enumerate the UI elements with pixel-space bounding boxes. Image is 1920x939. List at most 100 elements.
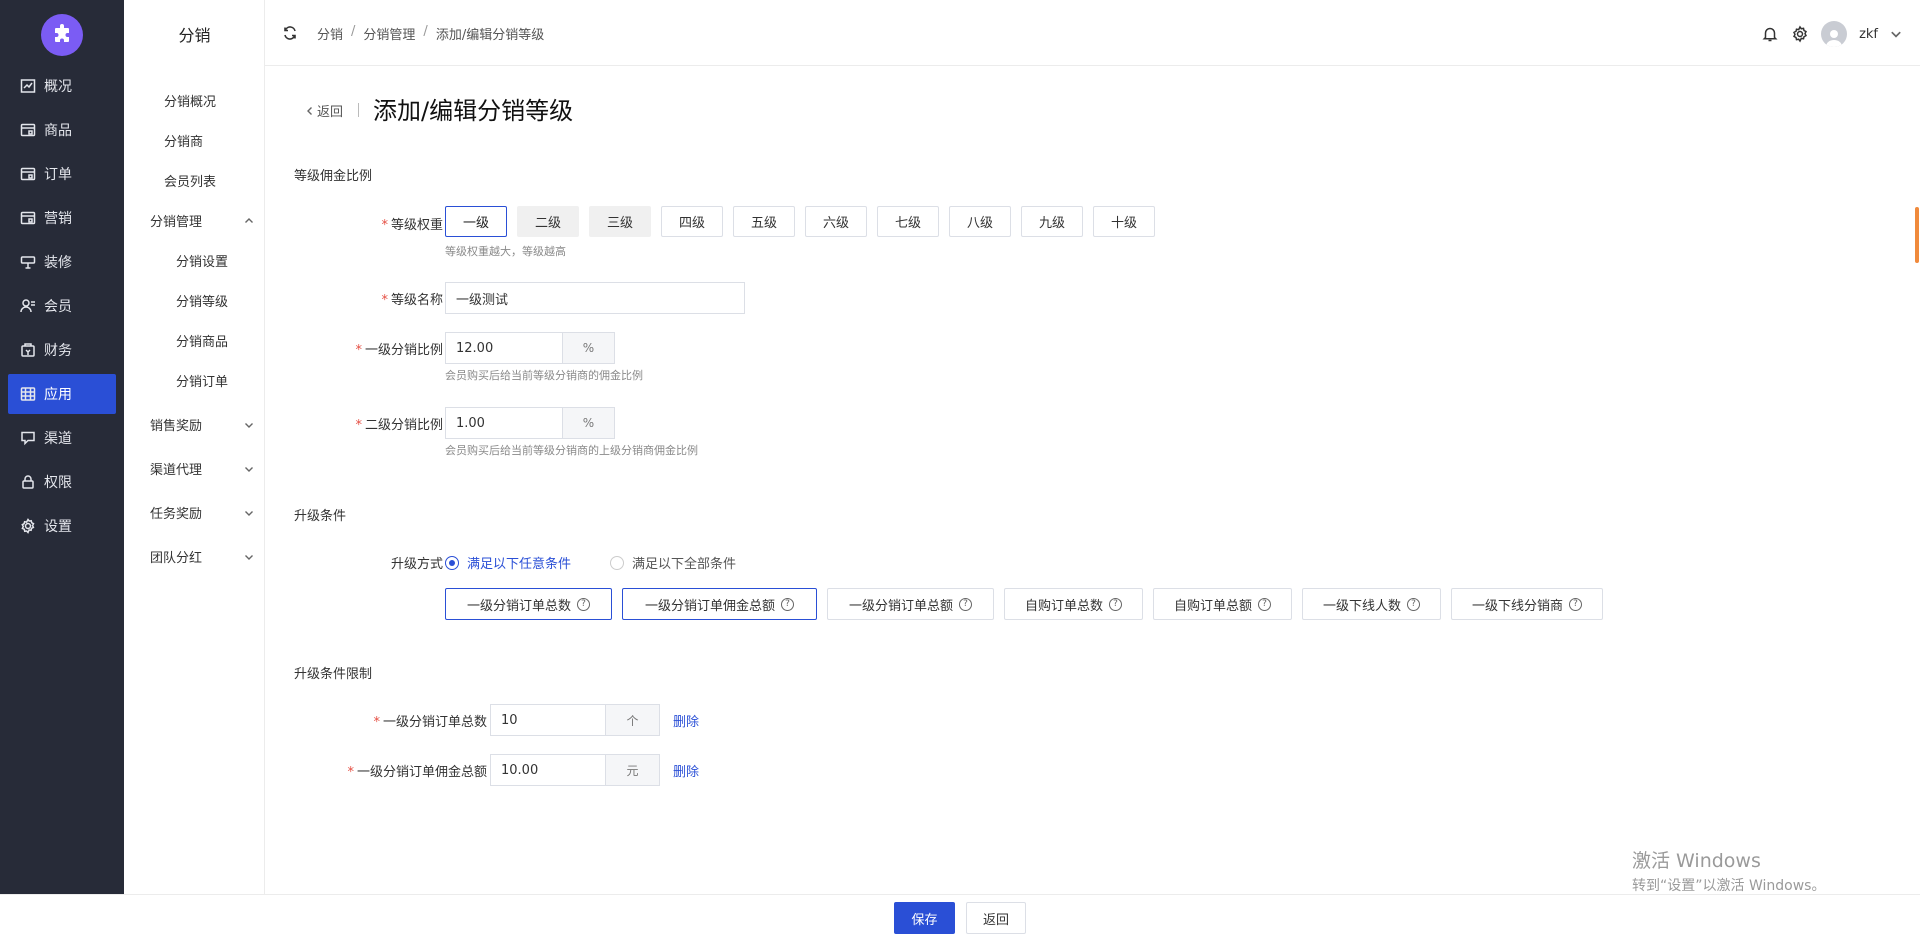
limit-label-text: 一级分销订单佣金总额 bbox=[356, 765, 487, 780]
nav-item-member[interactable]: 会员 bbox=[8, 286, 116, 326]
second-ratio-input[interactable]: 1.00 bbox=[445, 407, 563, 439]
return-button[interactable]: 返回 bbox=[966, 902, 1026, 934]
refresh-icon[interactable] bbox=[283, 26, 297, 40]
help-icon: ? bbox=[1569, 597, 1582, 611]
condition-button-7[interactable]: 一级下线分销商? bbox=[1451, 588, 1603, 620]
subnav-item-overview[interactable]: 分销概况 bbox=[164, 91, 216, 110]
second-ratio-label: * 二级分销比例 bbox=[273, 414, 443, 433]
level-button-2[interactable]: 二级 bbox=[517, 206, 579, 237]
section-title-commission: 等级佣金比例 bbox=[294, 169, 373, 184]
back-link[interactable]: 返回 bbox=[305, 101, 343, 120]
breadcrumb-current: 添加/编辑分销等级 bbox=[435, 28, 545, 43]
condition-label: 一级分销订单总数 bbox=[466, 598, 571, 614]
sub-nav: 分销 分销概况 分销商 会员列表 分销管理 分销设置 分销等级 分销商品 分销订… bbox=[124, 0, 265, 894]
subnav-item-distributors[interactable]: 分销商 bbox=[164, 131, 203, 150]
user-icon bbox=[1826, 30, 1843, 47]
level-button-6[interactable]: 六级 bbox=[805, 206, 867, 237]
scrollbar-thumb[interactable] bbox=[1915, 207, 1919, 263]
level-button-1[interactable]: 一级 bbox=[445, 206, 507, 237]
subnav-item-levels[interactable]: 分销等级 bbox=[176, 291, 228, 310]
avatar[interactable] bbox=[1821, 21, 1848, 47]
condition-label: 一级下线分销商 bbox=[1471, 598, 1563, 614]
subnav-item-products[interactable]: 分销商品 bbox=[176, 331, 228, 350]
limit-label-2: * 一级分销订单佣金总额 bbox=[273, 761, 487, 780]
subnav-group-team-bonus[interactable]: 团队分红 bbox=[150, 547, 254, 566]
nav-item-decoration[interactable]: 装修 bbox=[8, 242, 116, 282]
delete-link-2[interactable]: 删除 bbox=[673, 761, 699, 780]
radio-all-conditions[interactable]: 满足以下全部条件 bbox=[610, 553, 736, 572]
nav-item-label: 订单 bbox=[44, 167, 72, 183]
marketing-icon bbox=[20, 211, 36, 225]
chevron-down-icon[interactable] bbox=[1890, 28, 1902, 40]
nav-item-apps[interactable]: 应用 bbox=[8, 374, 116, 414]
level-button-3[interactable]: 三级 bbox=[589, 206, 651, 237]
level-button-5[interactable]: 五级 bbox=[733, 206, 795, 237]
page-title: 添加/编辑分销等级 bbox=[373, 97, 574, 125]
nav-item-label: 商品 bbox=[44, 123, 72, 139]
username[interactable]: zkf bbox=[1859, 27, 1878, 42]
level-name-input[interactable]: 一级测试 bbox=[445, 282, 745, 314]
nav-item-orders[interactable]: 订单 bbox=[8, 154, 116, 194]
condition-button-5[interactable]: 自购订单总额? bbox=[1153, 588, 1292, 620]
nav-item-goods[interactable]: 商品 bbox=[8, 110, 116, 150]
first-ratio-unit: % bbox=[563, 332, 615, 364]
second-ratio-unit: % bbox=[563, 407, 615, 439]
first-ratio-input[interactable]: 12.00 bbox=[445, 332, 563, 364]
nav-item-label: 财务 bbox=[44, 343, 72, 359]
scrollbar[interactable] bbox=[1914, 207, 1920, 269]
lock-icon bbox=[22, 475, 34, 489]
nav-item-permission[interactable]: 权限 bbox=[8, 462, 116, 502]
breadcrumb-separator: / bbox=[423, 24, 428, 39]
breadcrumb-item[interactable]: 分销 bbox=[317, 24, 343, 43]
nav-item-overview[interactable]: 概况 bbox=[8, 66, 116, 106]
subnav-group-channel-agent[interactable]: 渠道代理 bbox=[150, 459, 254, 478]
condition-button-4[interactable]: 自购订单总数? bbox=[1004, 588, 1143, 620]
save-button[interactable]: 保存 bbox=[894, 902, 955, 934]
nav-item-channel[interactable]: 渠道 bbox=[8, 418, 116, 458]
subnav-item-orders[interactable]: 分销订单 bbox=[176, 371, 228, 390]
nav-item-marketing[interactable]: 营销 bbox=[8, 198, 116, 238]
condition-button-6[interactable]: 一级下线人数? bbox=[1302, 588, 1441, 620]
subnav-group-sales-reward[interactable]: 销售奖励 bbox=[150, 415, 254, 434]
condition-label: 自购订单总数 bbox=[1024, 598, 1103, 614]
limit-label-1: * 一级分销订单总数 bbox=[273, 711, 487, 730]
app-logo[interactable] bbox=[41, 14, 83, 56]
radio-any-condition[interactable]: 满足以下任意条件 bbox=[445, 553, 571, 572]
nav-item-settings[interactable]: 设置 bbox=[8, 506, 116, 546]
limit-input-1[interactable]: 10 bbox=[490, 704, 606, 736]
condition-button-2[interactable]: 一级分销订单佣金总额? bbox=[622, 588, 817, 620]
level-button-10[interactable]: 十级 bbox=[1093, 206, 1155, 237]
name-label: * 等级名称 bbox=[273, 289, 443, 308]
condition-button-3[interactable]: 一级分销订单总额? bbox=[827, 588, 994, 620]
condition-button-1[interactable]: 一级分销订单总数? bbox=[445, 588, 612, 620]
first-ratio-label-text: 一级分销比例 bbox=[364, 343, 443, 358]
radio-dot bbox=[610, 555, 624, 570]
section-title-upgrade: 升级条件 bbox=[294, 509, 347, 524]
subnav-group-label: 渠道代理 bbox=[150, 463, 203, 478]
level-button-4[interactable]: 四级 bbox=[661, 206, 723, 237]
nav-item-label: 会员 bbox=[44, 299, 72, 315]
top-header: 分销 / 分销管理 / 添加/编辑分销等级 zkf bbox=[265, 0, 1920, 66]
breadcrumb-item[interactable]: 分销管理 bbox=[363, 24, 415, 43]
section-title-limit: 升级条件限制 bbox=[294, 667, 373, 682]
delete-link-1[interactable]: 删除 bbox=[673, 711, 699, 730]
level-button-8[interactable]: 八级 bbox=[949, 206, 1011, 237]
level-button-7[interactable]: 七级 bbox=[877, 206, 939, 237]
subnav-group-manage[interactable]: 分销管理 bbox=[150, 211, 254, 230]
gear-icon bbox=[21, 518, 35, 534]
gear-icon[interactable] bbox=[1791, 25, 1809, 43]
puzzle-icon bbox=[55, 24, 69, 42]
subnav-item-members[interactable]: 会员列表 bbox=[164, 171, 216, 190]
level-button-9[interactable]: 九级 bbox=[1021, 206, 1083, 237]
nav-item-label: 概况 bbox=[44, 79, 72, 95]
nav-item-label: 应用 bbox=[44, 387, 72, 403]
bell-icon[interactable] bbox=[1761, 25, 1779, 43]
subnav-item-settings[interactable]: 分销设置 bbox=[176, 251, 228, 270]
help-icon: ? bbox=[1258, 597, 1271, 611]
subnav-group-task-reward[interactable]: 任务奖励 bbox=[150, 503, 254, 522]
condition-label: 自购订单总额 bbox=[1173, 598, 1252, 614]
nav-item-finance[interactable]: 财务 bbox=[8, 330, 116, 370]
chart-icon bbox=[20, 79, 36, 93]
chevron-down-icon bbox=[245, 554, 253, 560]
limit-input-2[interactable]: 10.00 bbox=[490, 754, 606, 786]
